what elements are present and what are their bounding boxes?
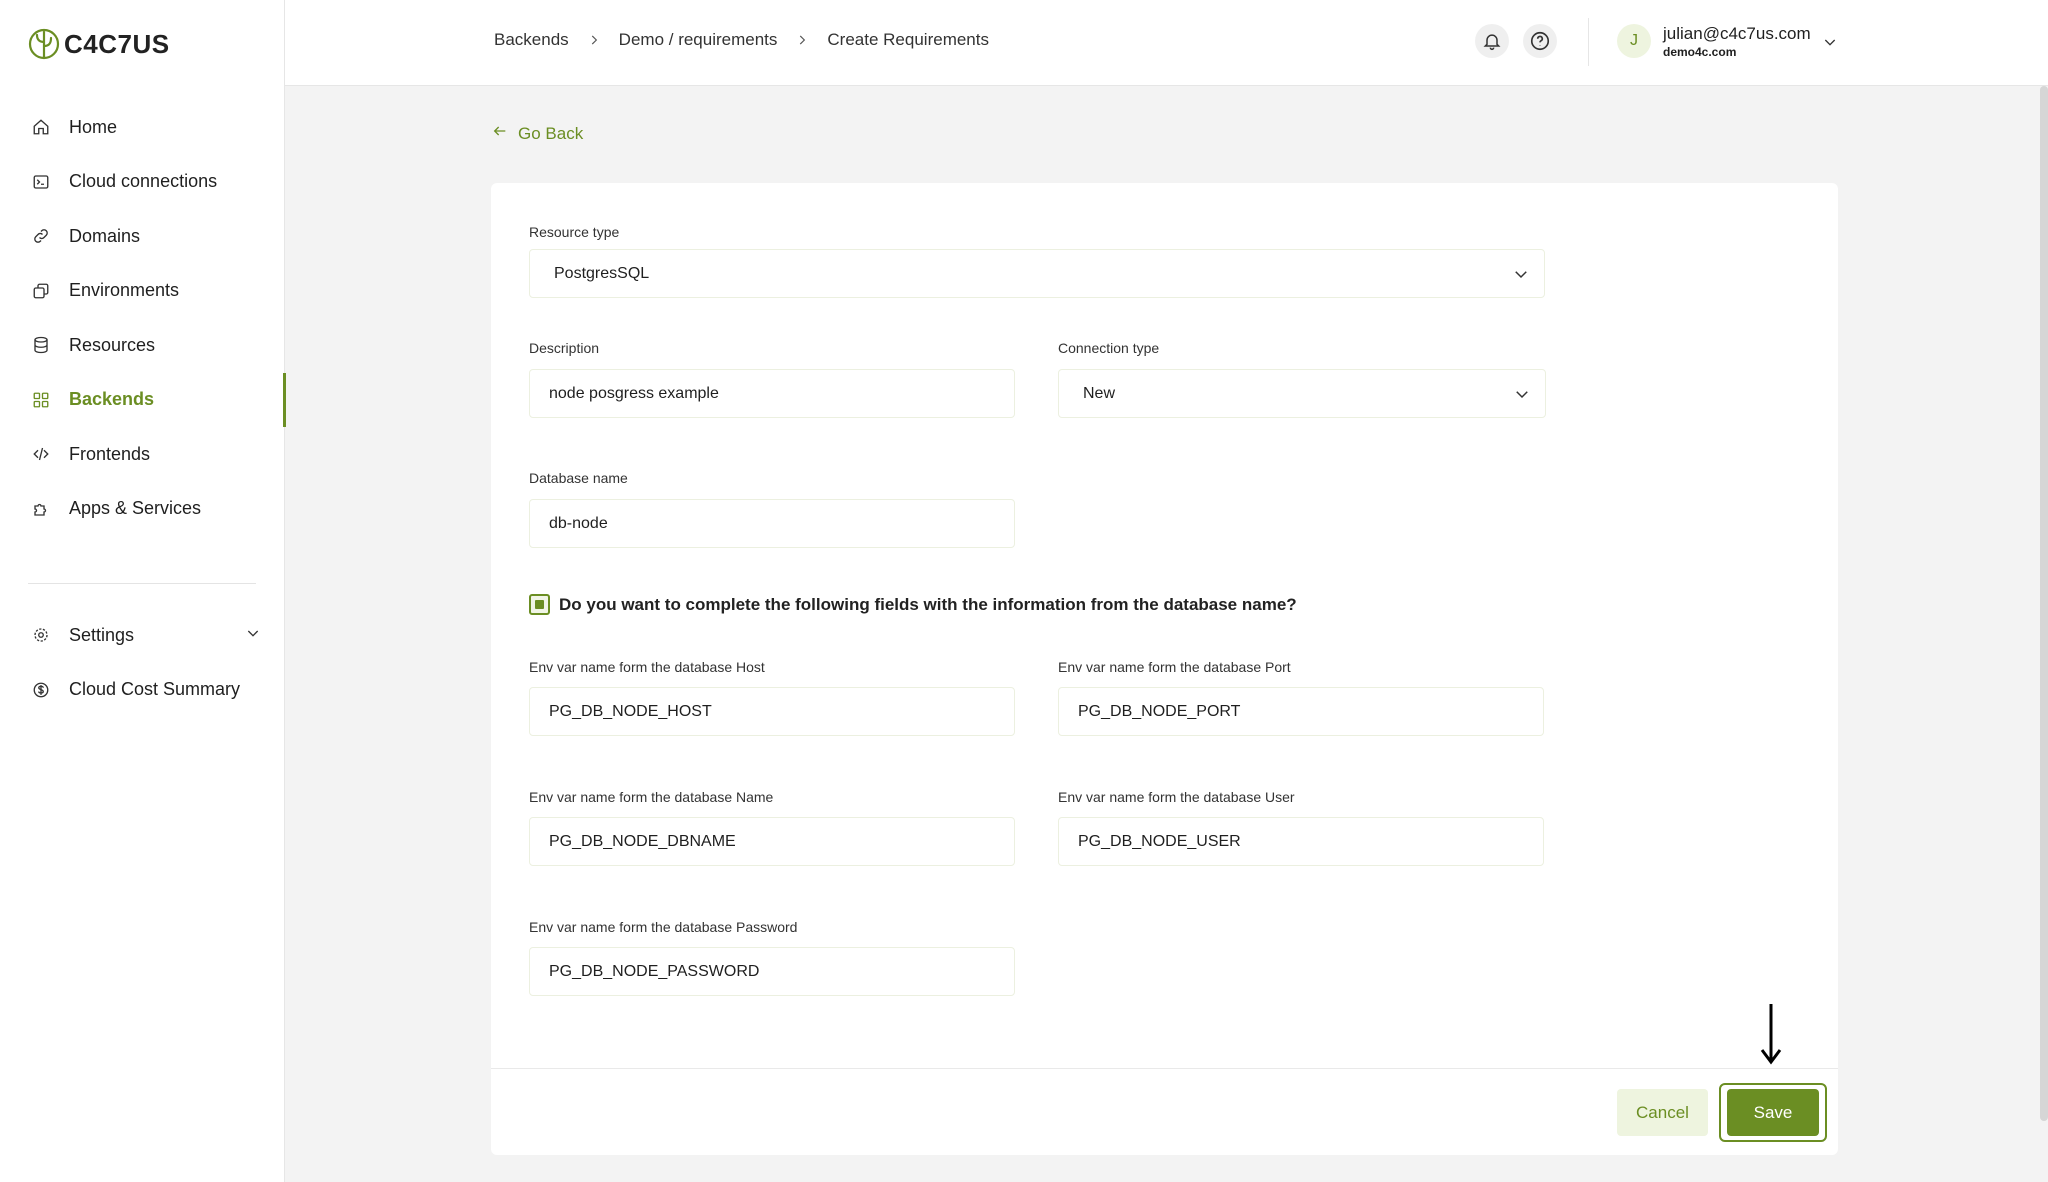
sidebar-item-frontends[interactable]: Frontends [0,427,285,482]
autocomplete-checkbox-row[interactable]: Do you want to complete the following fi… [529,594,1297,615]
grid-icon [30,389,52,411]
requirements-form: Resource type PostgresSQL Description no… [491,183,1838,1155]
sidebar: C4C7US Home Cloud connections Domains En… [0,0,286,1182]
notifications-bell-icon[interactable] [1475,24,1509,58]
chevron-right-icon [795,33,809,47]
sidebar-item-domains[interactable]: Domains [0,209,285,264]
env-password-value: PG_DB_NODE_PASSWORD [549,962,760,980]
dollar-icon [30,679,52,701]
database-name-label: Database name [529,470,628,486]
description-value: node posgress example [549,384,719,402]
puzzle-icon [30,498,52,520]
env-name-input[interactable]: PG_DB_NODE_DBNAME [529,817,1015,866]
user-menu[interactable]: julian@c4c7us.com demo4c.com [1663,24,1811,59]
env-user-label: Env var name form the database User [1058,789,1295,805]
connection-type-select[interactable]: New [1058,369,1546,418]
go-back-label: Go Back [518,123,584,143]
description-label: Description [529,340,600,356]
sidebar-item-label: Cloud Cost Summary [69,679,241,700]
sidebar-item-home[interactable]: Home [0,100,285,155]
link-icon [30,225,52,247]
autocomplete-checkbox[interactable] [529,594,550,615]
sidebar-item-label: Domains [69,225,141,246]
env-host-label: Env var name form the database Host [529,659,765,675]
code-icon [30,443,52,465]
user-email: julian@c4c7us.com [1663,24,1811,43]
env-password-input[interactable]: PG_DB_NODE_PASSWORD [529,947,1015,996]
brand-name: C4C7US [64,28,170,59]
breadcrumb-demo-requirements[interactable]: Demo / requirements [619,30,778,50]
sidebar-item-label: Backends [69,389,155,410]
connection-type-label: Connection type [1058,340,1160,356]
breadcrumb: Backends Demo / requirements Create Requ… [494,30,989,50]
sidebar-item-label: Frontends [69,443,151,464]
form-footer-divider [491,1068,1838,1069]
env-port-value: PG_DB_NODE_PORT [1078,702,1241,720]
arrow-left-icon [492,123,508,144]
sidebar-item-cloud-connections[interactable]: Cloud connections [0,155,285,210]
database-name-value: db-node [549,514,608,532]
connection-type-value: New [1083,384,1116,402]
save-button[interactable]: Save [1727,1089,1819,1136]
env-port-label: Env var name form the database Port [1058,659,1291,675]
env-name-label: Env var name form the database Name [529,789,774,805]
description-input[interactable]: node posgress example [529,369,1015,418]
chevron-right-icon [587,33,601,47]
resource-type-label: Resource type [529,224,620,240]
sidebar-item-settings[interactable]: Settings [0,608,285,663]
database-name-input[interactable]: db-node [529,499,1015,548]
env-password-label: Env var name form the database Password [529,919,798,935]
sidebar-divider [28,583,256,584]
help-icon[interactable] [1523,24,1557,58]
env-name-value: PG_DB_NODE_DBNAME [549,832,736,850]
resource-type-value: PostgresSQL [554,264,650,282]
sidebar-item-label: Cloud connections [69,171,218,192]
arrow-down-icon [1760,1004,1782,1065]
breadcrumb-backends[interactable]: Backends [494,30,569,50]
sidebar-item-cloud-cost-summary[interactable]: Cloud Cost Summary [0,663,285,718]
database-icon [30,334,52,356]
home-icon [30,116,52,138]
autocomplete-label: Do you want to complete the following fi… [559,594,1297,614]
sidebar-item-label: Resources [69,334,156,355]
sidebar-item-resources[interactable]: Resources [0,318,285,373]
gear-icon [30,624,52,646]
sidebar-item-label: Home [69,116,118,137]
go-back-link[interactable]: Go Back [492,123,583,144]
sidebar-item-label: Apps & Services [69,498,202,519]
cactus-logo-icon [28,28,60,60]
chevron-down-icon [1512,265,1530,288]
sidebar-secondary-nav: Settings Cloud Cost Summary [0,608,285,717]
avatar[interactable]: J [1617,24,1651,58]
chevron-down-icon[interactable] [245,625,261,646]
topbar: Backends Demo / requirements Create Requ… [285,0,2048,86]
sidebar-item-environments[interactable]: Environments [0,264,285,319]
chevron-down-icon [1513,385,1531,408]
sidebar-item-label: Settings [69,624,135,645]
env-host-input[interactable]: PG_DB_NODE_HOST [529,687,1015,736]
breadcrumb-create-requirements: Create Requirements [827,30,989,49]
sidebar-nav: Home Cloud connections Domains Environme… [0,100,286,537]
terminal-icon [30,171,52,193]
env-user-value: PG_DB_NODE_USER [1078,832,1241,850]
env-port-input[interactable]: PG_DB_NODE_PORT [1058,687,1544,736]
topbar-divider [1588,18,1589,66]
chevron-down-icon[interactable] [1822,34,1838,55]
sidebar-item-label: Environments [69,280,180,301]
user-org: demo4c.com [1663,45,1737,59]
env-user-input[interactable]: PG_DB_NODE_USER [1058,817,1544,866]
sidebar-item-apps-services[interactable]: Apps & Services [0,482,285,537]
resource-type-select[interactable]: PostgresSQL [529,249,1545,298]
env-host-value: PG_DB_NODE_HOST [549,702,712,720]
brand-logo[interactable]: C4C7US [28,26,170,62]
sidebar-item-backends[interactable]: Backends [0,372,286,428]
page-scrollbar[interactable] [2040,86,2048,1121]
cancel-button[interactable]: Cancel [1617,1089,1708,1136]
environments-icon [30,280,52,302]
